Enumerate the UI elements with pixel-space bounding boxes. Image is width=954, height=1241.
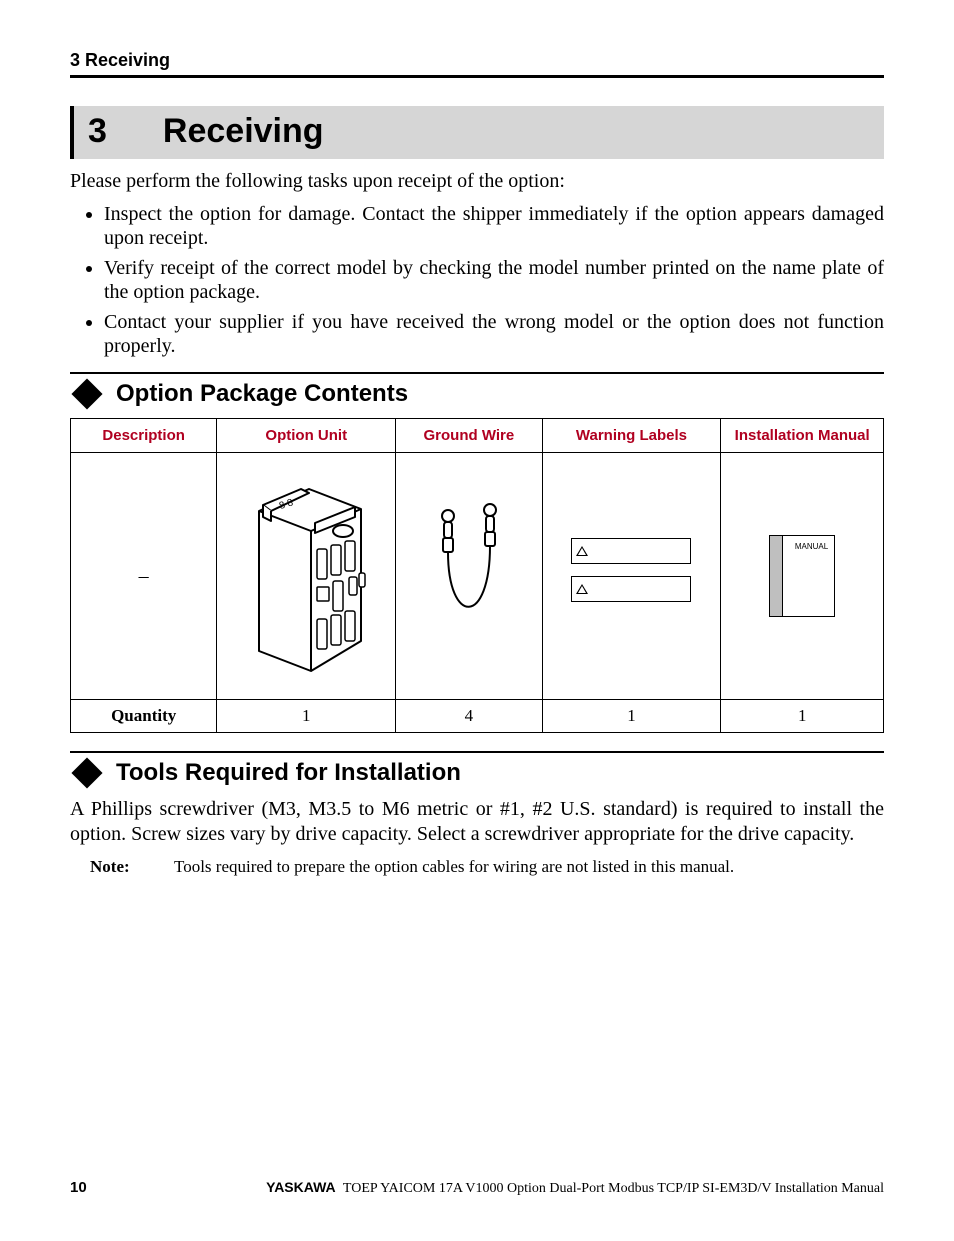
quantity-label: Quantity [71, 700, 217, 733]
section-divider [70, 751, 884, 753]
section-divider [70, 372, 884, 374]
ground-wire-icon [424, 496, 514, 656]
description-cell: – [71, 453, 217, 700]
col-header: Warning Labels [542, 419, 721, 453]
intro-paragraph: Please perform the following tasks upon … [70, 169, 884, 194]
table-row: Quantity 1 4 1 1 [71, 700, 884, 733]
section-heading: Tools Required for Installation [70, 759, 884, 787]
col-header: Installation Manual [721, 419, 884, 453]
footer-brand: YASKAWA [266, 1179, 336, 1195]
table-row: – [71, 453, 884, 700]
chapter-title: Receiving [163, 112, 324, 151]
quantity-value: 1 [721, 700, 884, 733]
option-unit-icon: 8 8 [231, 471, 381, 681]
diamond-icon [71, 757, 102, 788]
col-header: Ground Wire [396, 419, 542, 453]
warning-label-icon: ! ! [571, 538, 691, 602]
table-row: Description Option Unit Ground Wire Warn… [71, 419, 884, 453]
footer-doc-title: TOEP YAICOM 17A V1000 Option Dual-Port M… [340, 1181, 884, 1196]
manual-illustration: MANUAL [721, 453, 884, 700]
section-title: Option Package Contents [116, 380, 408, 408]
tools-paragraph: A Phillips screwdriver (M3, M3.5 to M6 m… [70, 797, 884, 847]
list-item: Verify receipt of the correct model by c… [104, 256, 884, 304]
col-header: Description [71, 419, 217, 453]
chapter-number: 3 [88, 112, 107, 151]
section-title: Tools Required for Installation [116, 759, 461, 787]
package-contents-table: Description Option Unit Ground Wire Warn… [70, 418, 884, 733]
note-label: Note: [90, 857, 174, 877]
quantity-value: 1 [217, 700, 396, 733]
warning-labels-illustration: ! ! [542, 453, 721, 700]
chapter-heading-bar: 3 Receiving [70, 106, 884, 159]
quantity-value: 1 [542, 700, 721, 733]
task-list: Inspect the option for damage. Contact t… [70, 202, 884, 358]
ground-wire-illustration [396, 453, 542, 700]
page-number: 10 [70, 1179, 87, 1196]
note-text: Tools required to prepare the option cab… [174, 857, 884, 877]
running-header: 3 Receiving [70, 50, 884, 78]
quantity-value: 4 [396, 700, 542, 733]
col-header: Option Unit [217, 419, 396, 453]
list-item: Contact your supplier if you have receiv… [104, 310, 884, 358]
diamond-icon [71, 378, 102, 409]
note: Note: Tools required to prepare the opti… [90, 857, 884, 877]
list-item: Inspect the option for damage. Contact t… [104, 202, 884, 250]
section-heading: Option Package Contents [70, 380, 884, 408]
option-unit-illustration: 8 8 [217, 453, 396, 700]
manual-icon: MANUAL [769, 535, 835, 617]
page-footer: 10 YASKAWA TOEP YAICOM 17A V1000 Option … [70, 1179, 884, 1197]
